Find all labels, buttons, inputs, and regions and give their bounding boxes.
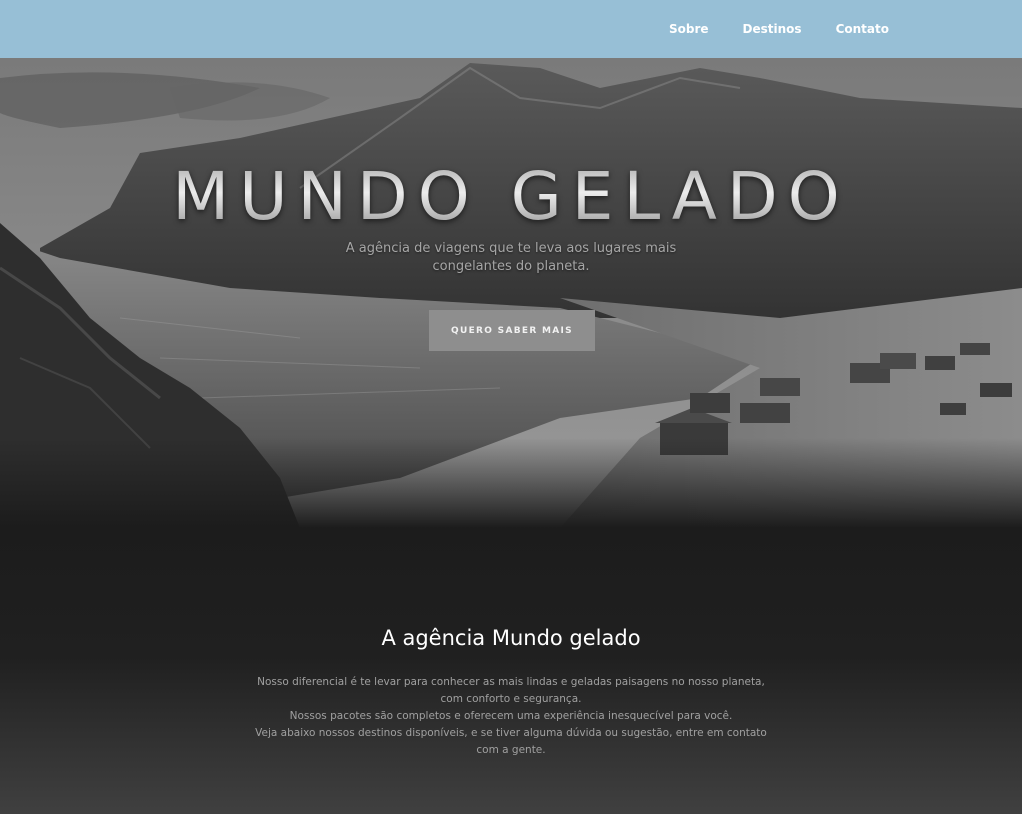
nav-link-sobre[interactable]: Sobre: [669, 22, 709, 36]
quero-saber-mais-button[interactable]: QUERO SABER MAIS: [429, 310, 595, 351]
hero-title: MUNDO GELADO: [0, 158, 1022, 235]
about-section: A agência Mundo gelado Nosso diferencial…: [0, 528, 1022, 814]
page: Sobre Destinos Contato MUNDO GELADO A ag…: [0, 0, 1022, 814]
nav-links: Sobre Destinos Contato: [669, 0, 889, 58]
hero-background-image: [0, 58, 1022, 528]
about-paragraph: Nosso diferencial é te levar para conhec…: [257, 676, 765, 705]
about-paragraph: Veja abaixo nossos destinos disponíveis,…: [255, 727, 767, 756]
hero-section: MUNDO GELADO A agência de viagens que te…: [0, 58, 1022, 528]
about-title: A agência Mundo gelado: [381, 626, 641, 650]
navbar: Sobre Destinos Contato: [0, 0, 1022, 58]
hero-subtitle: A agência de viagens que te leva aos lug…: [345, 241, 677, 274]
nav-link-destinos[interactable]: Destinos: [743, 22, 802, 36]
about-text: Nosso diferencial é te levar para conhec…: [251, 674, 771, 759]
nav-link-contato[interactable]: Contato: [836, 22, 889, 36]
about-paragraph: Nossos pacotes são completos e oferecem …: [289, 710, 733, 722]
